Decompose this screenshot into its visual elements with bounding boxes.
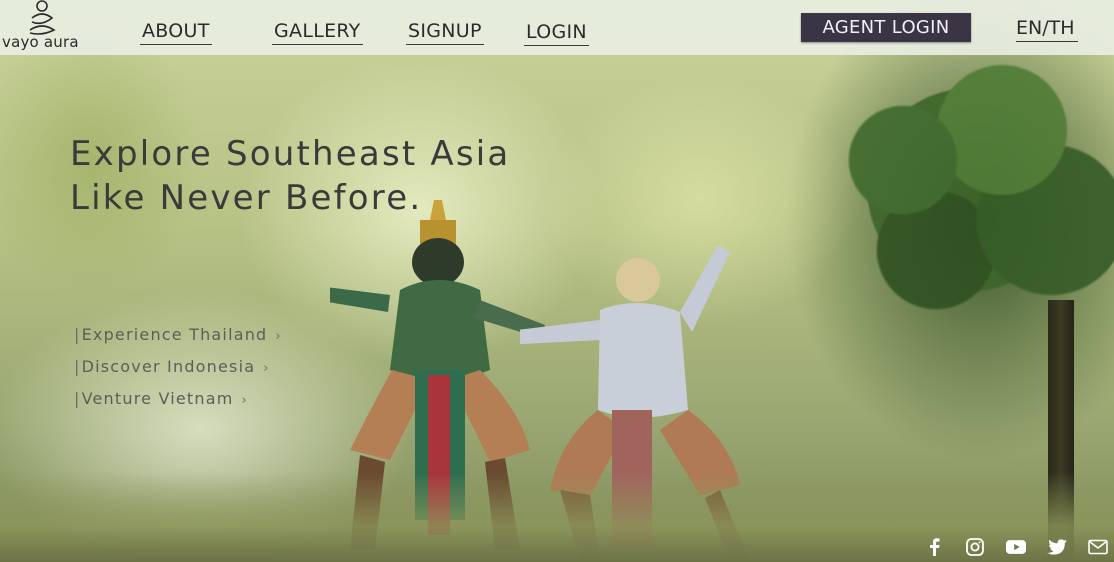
nav-gallery-link[interactable]: GALLERY (272, 20, 363, 45)
hero-headline-line2: Like Never Before. (70, 178, 423, 218)
brand-name: vayo aura (2, 33, 79, 51)
youtube-icon[interactable] (1006, 537, 1026, 557)
chevron-right-icon: › (263, 361, 270, 376)
chevron-right-icon: › (241, 393, 248, 408)
tree-foliage (804, 40, 1114, 340)
agent-login-button[interactable]: AGENT LOGIN (801, 13, 971, 42)
top-navigation-bar: vayo aura ABOUT GALLERY SIGNUP LOGIN AGE… (0, 0, 1114, 55)
instagram-icon[interactable] (965, 537, 985, 557)
destination-link-vietnam[interactable]: |Venture Vietnam › (74, 389, 282, 421)
divider-bar: | (74, 389, 81, 408)
divider-bar: | (74, 325, 81, 344)
nav-signup-link[interactable]: SIGNUP (406, 20, 484, 45)
destination-link-thailand[interactable]: |Experience Thailand › (74, 325, 282, 357)
hero-headline: Explore Southeast Asia Like Never Before… (70, 132, 510, 220)
hero-background-image (0, 0, 1114, 562)
chevron-right-icon: › (275, 329, 282, 344)
language-toggle[interactable]: EN/TH (1016, 17, 1078, 42)
social-links (903, 536, 1108, 558)
hero-headline-line1: Explore Southeast Asia (70, 134, 511, 174)
brand-logo[interactable]: vayo aura (2, 0, 82, 55)
destination-label: Discover Indonesia (81, 357, 256, 376)
destination-label: Venture Vietnam (81, 389, 234, 408)
destination-link-indonesia[interactable]: |Discover Indonesia › (74, 357, 282, 389)
nav-about-link[interactable]: ABOUT (140, 20, 212, 45)
destination-links: |Experience Thailand › |Discover Indonesi… (74, 325, 282, 421)
divider-bar: | (74, 357, 81, 376)
destination-label: Experience Thailand (81, 325, 268, 344)
nav-login-link[interactable]: LOGIN (524, 21, 589, 46)
facebook-icon[interactable] (924, 537, 944, 557)
twitter-icon[interactable] (1047, 537, 1067, 557)
mail-icon[interactable] (1088, 537, 1108, 557)
